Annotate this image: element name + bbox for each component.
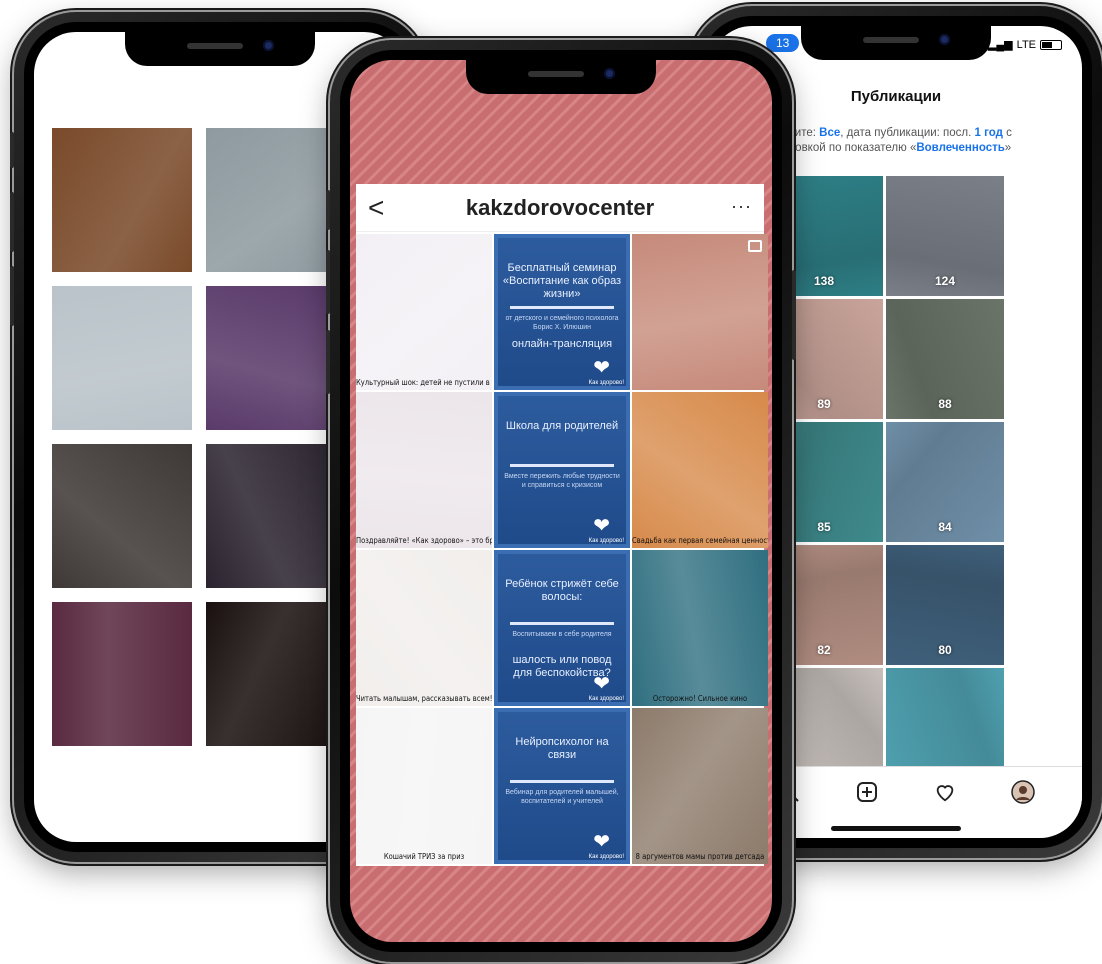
card-brand: Как здорово!: [588, 854, 624, 860]
card-divider: [510, 780, 614, 783]
notch: [466, 60, 656, 94]
heart-icon[interactable]: [933, 780, 957, 804]
profile-posts-grid: Культурный шок: детей не пустили в Больш…: [356, 232, 768, 866]
engagement-count: 84: [938, 520, 952, 534]
card-subtitle: Вебинар для родителей малышей, воспитате…: [505, 789, 619, 805]
power-button: [792, 270, 796, 360]
steak-dinner-photo[interactable]: [52, 128, 192, 272]
filter-metric-link[interactable]: Вовлеченность: [916, 142, 1004, 154]
post-caption: Поздравляйте! «Как здорово» – это бренд!: [356, 536, 492, 545]
post-caption: Осторожно! Сильное кино: [652, 694, 748, 703]
post-caption: Кошачий ТРИЗ за приз: [383, 852, 465, 861]
notification-badge: 13: [766, 34, 800, 52]
volume-up-button: [326, 250, 330, 314]
more-options-icon[interactable]: ···: [731, 196, 752, 217]
heart-logo-icon: ❤: [593, 515, 610, 537]
engagement-count: 138: [813, 274, 835, 288]
couple-selfie-photo[interactable]: [206, 286, 346, 430]
profile-avatar[interactable]: [1011, 779, 1035, 804]
mute-switch: [10, 132, 14, 168]
volume-down-button: [326, 330, 330, 394]
card-brand: Как здорово!: [588, 696, 624, 702]
engagement-count: 124: [934, 274, 956, 288]
card-title: Нейропсихолог на связи: [515, 736, 609, 761]
add-post-icon[interactable]: [855, 780, 879, 804]
cat-drawing[interactable]: Кошачий ТРИЗ за приз: [356, 708, 492, 864]
instagram-profile-panel: < kakzdorovocenter ··· Культурный шок: д…: [356, 184, 768, 866]
profile-username: kakzdorovocenter: [465, 195, 655, 220]
filter-period-link[interactable]: 1 год: [975, 127, 1003, 139]
card-divider: [510, 464, 614, 467]
volume-up-button: [10, 192, 14, 252]
couple-street-photo[interactable]: [206, 128, 346, 272]
mute-switch: [326, 190, 330, 230]
perfume-bottle[interactable]: 80: [886, 545, 1004, 665]
heart-logo-icon: ❤: [593, 831, 610, 853]
card-title: Ребёнок стрижёт себе волосы:: [505, 578, 619, 603]
engagement-count: 82: [817, 643, 831, 657]
card-subtitle: Вместе пережить любые трудности и справи…: [504, 473, 620, 489]
tv-cartoon-photo[interactable]: [206, 444, 346, 588]
retro-tv[interactable]: Осторожно! Сильное кино: [632, 550, 768, 706]
left-photo-grid: [52, 128, 352, 746]
engagement-count: 80: [938, 643, 952, 657]
status-indicators: ▂▄▆ LTE: [988, 38, 1062, 51]
battery-icon: [1040, 39, 1062, 50]
card-brand: Как здорово!: [588, 380, 624, 386]
child-with-toys[interactable]: [632, 234, 768, 390]
card-title: Школа для родителей: [505, 420, 619, 432]
signal-icon: ▂▄▆: [987, 39, 1013, 51]
heart-logo-icon: ❤: [593, 673, 610, 695]
candles-decor[interactable]: Поздравляйте! «Как здорово» – это бренд!: [356, 392, 492, 548]
post-caption: Свадьба как первая семейная ценность?: [632, 536, 768, 545]
volume-down-button: [10, 266, 14, 326]
neuropsych-card[interactable]: Нейропсихолог на связи Вебинар для родите…: [494, 708, 630, 864]
woman-sitting-photo[interactable]: [52, 444, 192, 588]
video-icon: [748, 240, 762, 252]
network-label: LTE: [1016, 38, 1036, 51]
night-lights-photo[interactable]: [206, 602, 346, 746]
home-indicator[interactable]: [831, 826, 961, 831]
engagement-count: 85: [817, 520, 831, 534]
chocolate-gifts-photo[interactable]: [52, 602, 192, 746]
card-divider: [510, 622, 614, 625]
ballerina-watercolor[interactable]: Культурный шок: детей не пустили в Больш…: [356, 234, 492, 390]
woman-on-tower[interactable]: 84: [886, 422, 1004, 542]
engagement-count: 88: [938, 397, 952, 411]
parents-school-card[interactable]: Школа для родителей Вместе пережить любые…: [494, 392, 630, 548]
sunglasses-selfie[interactable]: 124: [886, 176, 1004, 296]
post-caption: 8 аргументов мамы против детсада: [635, 852, 765, 861]
card-subtitle: от детского и семейного психолога Борис …: [505, 315, 619, 331]
center-screen: < kakzdorovocenter ··· Культурный шок: д…: [350, 60, 772, 942]
car-interior[interactable]: 88: [886, 299, 1004, 419]
wedding-sunset[interactable]: Свадьба как первая семейная ценность?: [632, 392, 768, 548]
notch: [125, 32, 315, 66]
haircut-card[interactable]: Ребёнок стрижёт себе волосы: Воспитываем …: [494, 550, 630, 706]
card-brand: Как здорово!: [588, 538, 624, 544]
phone-bezel: < kakzdorovocenter ··· Культурный шок: д…: [340, 50, 782, 952]
card-subtitle: Воспитываем в себе родителя: [512, 631, 612, 638]
post-caption: Культурный шок: детей не пустили в Больш…: [356, 378, 492, 387]
center-phone-mockup: < kakzdorovocenter ··· Культурный шок: д…: [326, 40, 796, 962]
family-figurine[interactable]: Читать малышам, рассказывать всем!: [356, 550, 492, 706]
braided-hair-photo[interactable]: [52, 286, 192, 430]
profile-header: < kakzdorovocenter ···: [356, 184, 764, 232]
card-title: Бесплатный семинар «Воспитание как образ…: [502, 262, 622, 300]
heart-logo-icon: ❤: [593, 357, 610, 379]
card-title-secondary: онлайн-трансляция: [511, 338, 613, 350]
card-divider: [510, 306, 614, 309]
engagement-count: 89: [817, 397, 831, 411]
seminar-card[interactable]: Бесплатный семинар «Воспитание как образ…: [494, 234, 630, 390]
filter-all-link[interactable]: Все: [819, 127, 840, 139]
notch: [801, 26, 991, 60]
post-caption: Читать малышам, рассказывать всем!: [356, 694, 492, 703]
kids-costumes[interactable]: 8 аргументов мамы против детсада: [632, 708, 768, 864]
